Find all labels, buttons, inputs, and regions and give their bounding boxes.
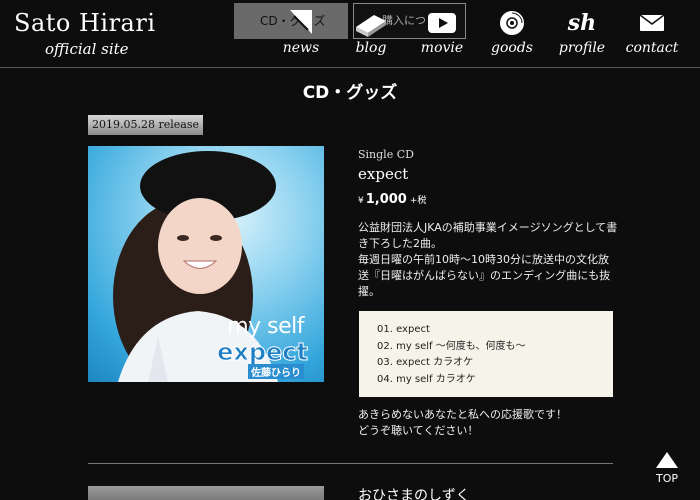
closing-message: あきらめないあなたと私への応援歌です！ どうぞ聴いてください！ — [358, 407, 618, 439]
next-product-thumbnail[interactable] — [88, 486, 324, 500]
description-line: 毎週日曜の午前10時～10時30分に放送中の文化放送『日曜はがんばらない』のエン… — [358, 253, 611, 298]
cover-line3: expect — [217, 338, 309, 367]
nav-blog-label: blog — [355, 40, 387, 56]
album-cover[interactable]: my self expect 佐藤ひらり — [88, 146, 324, 382]
back-to-top-button[interactable]: TOP — [650, 452, 684, 488]
cover-artist: 佐藤ひらり — [248, 364, 304, 379]
nav-contact-label: contact — [625, 40, 679, 56]
book-icon — [341, 8, 401, 38]
price-value: 1,000 — [365, 192, 407, 207]
product-description: 公益財団法人JKAの補助事業イメージソングとして書き下ろした2曲。 毎週日曜の午… — [358, 220, 618, 300]
track-item: 01. expect — [377, 324, 430, 335]
cover-line1: my self — [227, 314, 304, 339]
site-subtitle: official site — [45, 40, 129, 58]
back-to-top-label: TOP — [655, 472, 678, 485]
nav-profile[interactable]: sh profile — [552, 8, 612, 62]
description-line: 公益財団法人JKAの補助事業イメージソングとして書き下ろした2曲。 — [358, 221, 618, 250]
nav-goods[interactable]: goods — [482, 8, 542, 62]
arrow-up-icon — [656, 452, 678, 468]
nav-blog[interactable]: blog — [341, 8, 401, 62]
sh-monogram-icon: sh — [552, 8, 612, 38]
play-icon — [412, 8, 472, 38]
track-list: 01. expect 02. my self ～何度も、何度も～ 03. exp… — [359, 311, 613, 397]
track-item: 04. my self カラオケ — [377, 373, 476, 385]
price-symbol: ¥ — [358, 196, 364, 206]
track-item: 02. my self ～何度も、何度も～ — [377, 340, 526, 352]
product-price: ¥1,000 +税 — [358, 192, 426, 207]
mail-icon — [622, 8, 682, 38]
price-tax: +税 — [409, 196, 427, 206]
nav-news[interactable]: news — [271, 8, 331, 62]
sh-monogram-glyph: sh — [567, 10, 597, 36]
nav-profile-label: profile — [558, 40, 606, 56]
next-product-title: おひさまのしずく — [358, 488, 470, 500]
track-item: 03. expect カラオケ — [377, 357, 474, 368]
closing-line: どうぞ聴いてください！ — [358, 424, 479, 437]
release-date-badge: 2019.05.28 release — [88, 115, 203, 135]
nav-contact[interactable]: contact — [622, 8, 682, 62]
nav-goods-label: goods — [491, 40, 533, 56]
badge-icon — [271, 8, 331, 38]
section-divider — [88, 463, 613, 464]
closing-line: あきらめないあなたと私への応援歌です！ — [358, 408, 567, 421]
nav-movie[interactable]: movie — [412, 8, 472, 62]
nav-movie-label: movie — [420, 40, 464, 56]
product-title: expect — [358, 165, 409, 183]
page-title: CD・グッズ — [302, 83, 398, 103]
site-header: Sato Hirari official site CD・グッズ 購入につ ne… — [0, 0, 700, 68]
nav-news-label: news — [282, 40, 320, 56]
site-title[interactable]: Sato Hirari — [14, 9, 156, 37]
product-type: Single CD — [358, 148, 414, 161]
cd-icon — [482, 8, 542, 38]
